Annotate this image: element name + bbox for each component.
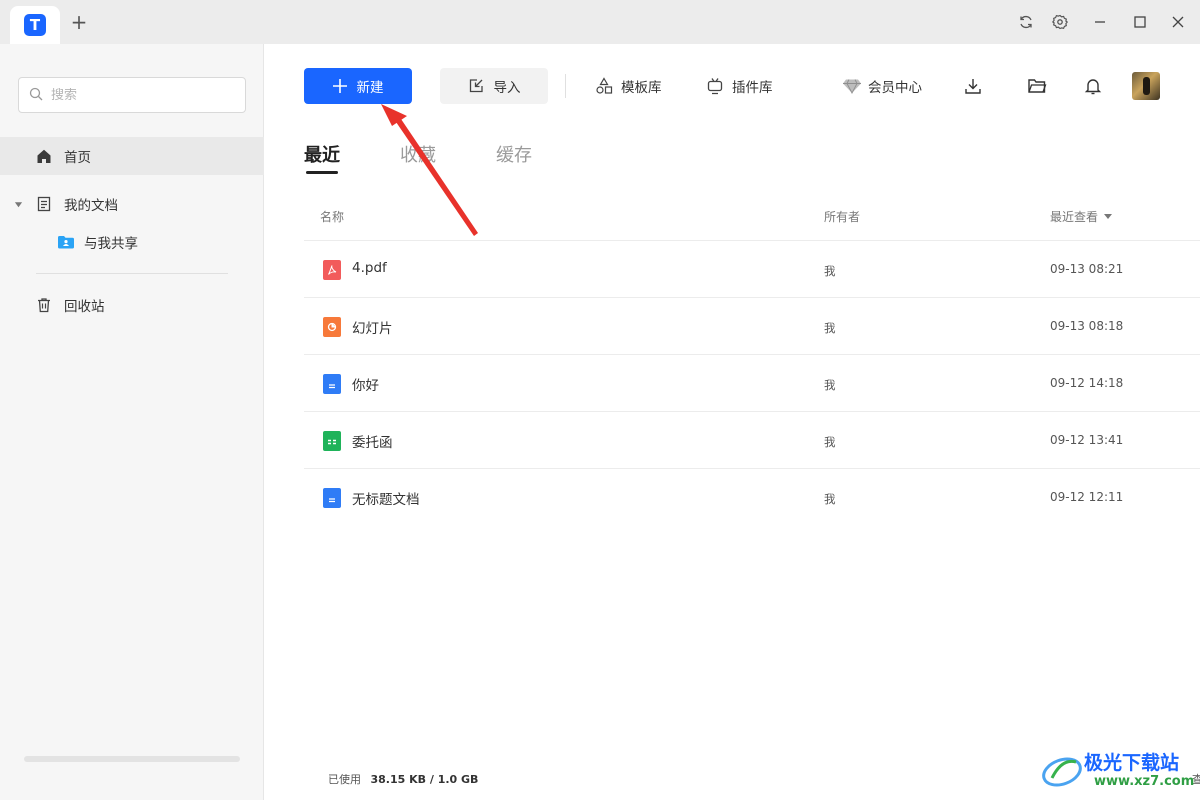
table-row[interactable]: 委托函 我 09-12 13:41: [304, 412, 1200, 469]
file-last-viewed: 09-12 12:11: [1050, 490, 1124, 504]
minimize-button[interactable]: [1089, 11, 1111, 33]
shared-folder-icon: [57, 233, 75, 251]
expand-caret-icon[interactable]: [14, 200, 26, 209]
document-icon: [35, 195, 53, 213]
settings-gear-icon[interactable]: [1049, 11, 1071, 33]
sidebar-item-label: 我的文档: [64, 198, 118, 214]
sort-down-icon: [1104, 213, 1113, 219]
file-name: 幻灯片: [352, 321, 393, 337]
notification-bell-icon[interactable]: [1081, 74, 1105, 98]
file-owner: 我: [824, 435, 836, 449]
doc-file-icon: [323, 488, 341, 508]
storage-value: 38.15 KB / 1.0 GB: [370, 772, 479, 786]
vip-center-button[interactable]: 会员中心: [842, 68, 922, 104]
sidebar: 首页 我的文档 与我共享 回收站 已使用 38.15 KB / 1.0 GB: [0, 44, 1200, 800]
table-row[interactable]: 无标题文档 我 09-12 12:11: [304, 469, 1200, 526]
close-button[interactable]: [1167, 11, 1189, 33]
sync-icon[interactable]: [1015, 11, 1037, 33]
file-owner: 我: [824, 492, 836, 506]
watermark: 极光下载站 www.xz7.com: [1040, 742, 1200, 800]
doc-file-icon: [323, 374, 341, 394]
sheet-file-icon: [323, 431, 341, 451]
diamond-icon: [843, 79, 861, 94]
watermark-name: 极光下载站: [1084, 752, 1180, 774]
tab-recent[interactable]: 最近: [304, 141, 340, 167]
vip-center-label: 会员中心: [868, 80, 922, 96]
search-input[interactable]: [51, 87, 231, 103]
file-last-viewed: 09-13 08:18: [1050, 319, 1124, 333]
sidebar-item-label: 回收站: [64, 299, 105, 315]
sidebar-divider: [36, 273, 228, 274]
watermark-url: www.xz7.com: [1094, 774, 1195, 789]
storage-progress-bar: [24, 756, 240, 762]
template-library-button[interactable]: 模板库: [595, 68, 662, 104]
open-folder-icon[interactable]: [1025, 74, 1049, 98]
file-name: 你好: [352, 378, 379, 394]
search-icon: [29, 86, 43, 105]
file-name: 无标题文档: [352, 492, 420, 508]
plugin-library-button[interactable]: 插件库: [706, 68, 773, 104]
slides-file-icon: [323, 317, 341, 337]
pdf-file-icon: [323, 260, 341, 280]
sidebar-item-trash[interactable]: 回收站: [0, 286, 264, 324]
new-button-label: 新建: [356, 80, 384, 96]
app-home-tab[interactable]: T: [10, 6, 60, 44]
sidebar-item-shared-with-me[interactable]: 与我共享: [0, 223, 264, 261]
file-last-viewed: 09-13 08:21: [1050, 262, 1124, 276]
template-shapes-icon: [596, 77, 613, 94]
import-icon: [469, 79, 483, 93]
template-library-label: 模板库: [621, 80, 662, 96]
file-owner: 我: [824, 321, 836, 335]
sidebar-item-my-documents[interactable]: 我的文档: [0, 185, 264, 223]
download-icon[interactable]: [961, 74, 985, 98]
table-row[interactable]: 你好 我 09-12 14:18: [304, 355, 1200, 412]
file-last-viewed: 09-12 13:41: [1050, 433, 1124, 447]
watermark-logo: [1042, 757, 1082, 787]
title-bar: T +: [0, 0, 1200, 44]
import-button[interactable]: 导入: [440, 68, 548, 104]
column-header-time-label: 最近查看: [1050, 210, 1099, 224]
column-header-recent-sort[interactable]: 最近查看: [1050, 208, 1113, 225]
column-header-owner: 所有者: [824, 210, 861, 224]
sidebar-item-label: 与我共享: [84, 236, 138, 252]
new-tab-button[interactable]: +: [68, 11, 90, 33]
storage-label: 已使用: [328, 772, 361, 786]
file-owner: 我: [824, 264, 836, 278]
storage-usage: 已使用 38.15 KB / 1.0 GB 查看: [24, 750, 1200, 786]
toolbar-divider: [565, 74, 566, 98]
user-avatar[interactable]: [1132, 72, 1160, 100]
app-logo: T: [24, 14, 46, 36]
column-header-name: 名称: [320, 210, 345, 224]
trash-icon: [35, 296, 53, 314]
sidebar-item-home[interactable]: 首页: [0, 137, 264, 175]
tab-cache[interactable]: 缓存: [496, 141, 532, 167]
table-row[interactable]: 4.pdf 我 09-13 08:21: [304, 241, 1200, 298]
plus-icon: [332, 79, 347, 93]
file-name: 委托函: [352, 435, 393, 451]
home-icon: [35, 147, 53, 165]
file-name: 4.pdf: [352, 260, 387, 276]
table-row[interactable]: 幻灯片 我 09-13 08:18: [304, 298, 1200, 355]
sidebar-item-label: 首页: [64, 150, 91, 166]
search-box[interactable]: [18, 77, 246, 113]
file-last-viewed: 09-12 14:18: [1050, 376, 1124, 390]
new-button[interactable]: 新建: [304, 68, 412, 104]
active-tab-indicator: [306, 171, 338, 174]
maximize-button[interactable]: [1129, 11, 1151, 33]
plugin-icon: [707, 78, 723, 95]
tab-favorites[interactable]: 收藏: [400, 141, 436, 167]
plugin-library-label: 插件库: [732, 80, 773, 96]
file-owner: 我: [824, 378, 836, 392]
import-button-label: 导入: [493, 80, 521, 96]
